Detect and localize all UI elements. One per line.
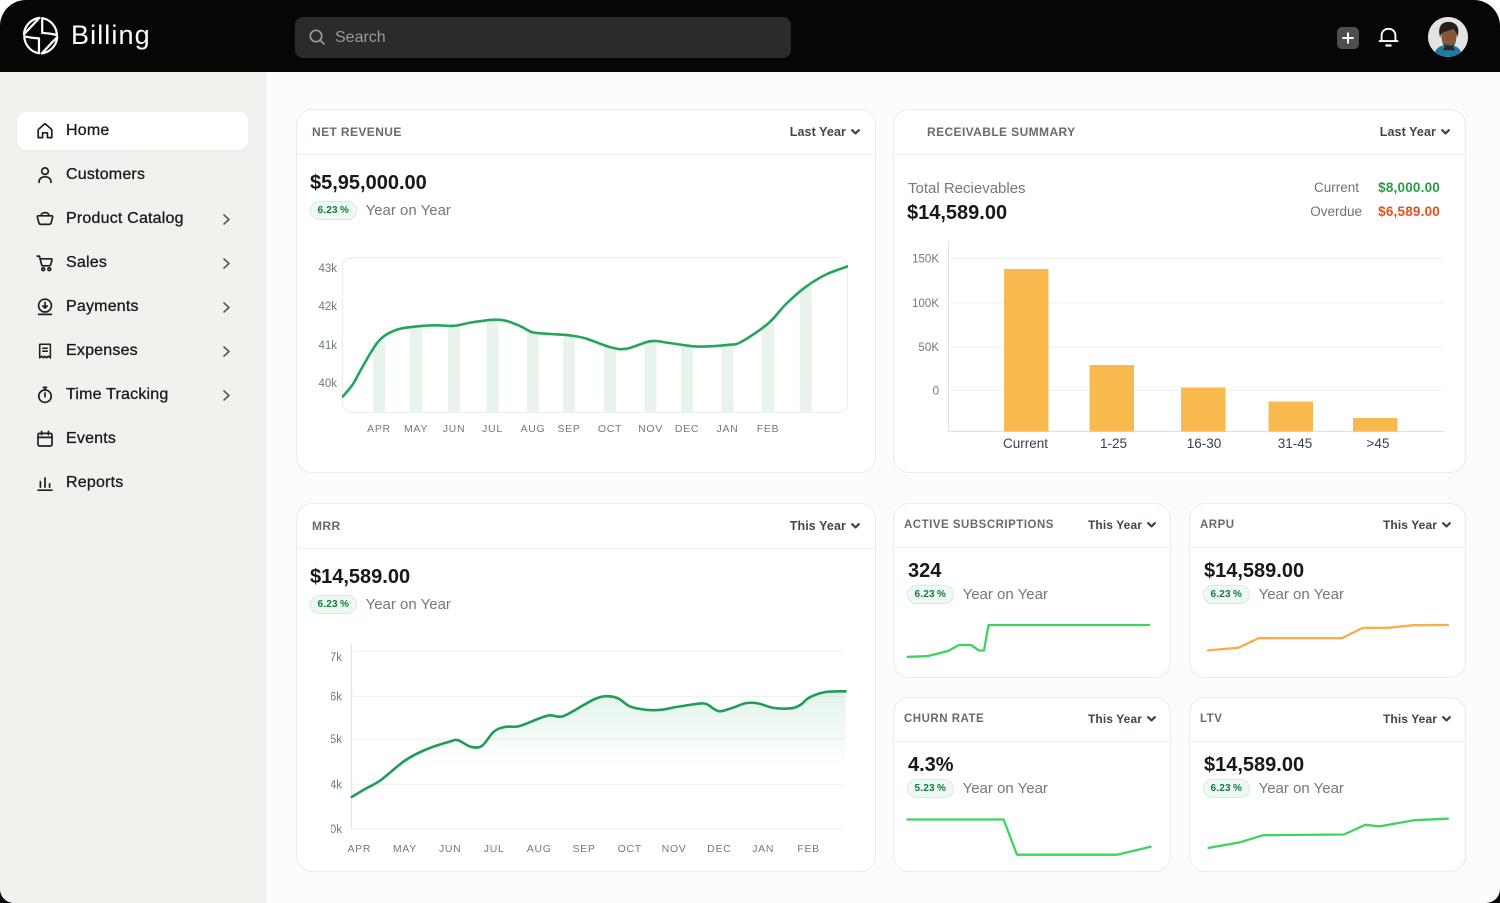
- svg-text:0k: 0k: [331, 824, 342, 836]
- svg-text:>45: >45: [1367, 436, 1390, 451]
- svg-text:AUG: AUG: [527, 843, 552, 855]
- svg-text:0: 0: [933, 386, 939, 398]
- svg-text:NOV: NOV: [638, 423, 663, 435]
- svg-text:1-25: 1-25: [1100, 436, 1127, 451]
- svg-text:50K: 50K: [919, 342, 940, 354]
- svg-text:43k: 43k: [318, 263, 337, 275]
- svg-text:SEP: SEP: [557, 423, 580, 435]
- svg-text:APR: APR: [347, 843, 371, 855]
- svg-text:100K: 100K: [912, 298, 939, 310]
- svg-text:6k: 6k: [331, 691, 342, 703]
- svg-text:FEB: FEB: [797, 843, 820, 855]
- svg-text:OCT: OCT: [618, 843, 642, 855]
- svg-text:AUG: AUG: [521, 423, 546, 435]
- svg-text:4k: 4k: [331, 779, 342, 791]
- svg-text:JUL: JUL: [482, 423, 503, 435]
- svg-text:JAN: JAN: [752, 843, 774, 855]
- svg-text:OCT: OCT: [598, 423, 622, 435]
- svg-text:MAY: MAY: [393, 843, 417, 855]
- svg-text:JUN: JUN: [439, 843, 462, 855]
- svg-text:16-30: 16-30: [1187, 436, 1222, 451]
- svg-text:JUN: JUN: [443, 423, 466, 435]
- svg-text:42k: 42k: [318, 301, 337, 313]
- svg-text:40k: 40k: [318, 378, 337, 390]
- svg-text:MAY: MAY: [404, 423, 428, 435]
- svg-text:SEP: SEP: [572, 843, 595, 855]
- svg-text:APR: APR: [367, 423, 391, 435]
- svg-text:150K: 150K: [912, 254, 939, 266]
- svg-text:JUL: JUL: [484, 843, 505, 855]
- svg-text:DEC: DEC: [707, 843, 731, 855]
- svg-text:7k: 7k: [331, 652, 342, 664]
- svg-text:31-45: 31-45: [1278, 436, 1313, 451]
- svg-text:Current: Current: [1003, 436, 1048, 451]
- svg-text:FEB: FEB: [757, 423, 780, 435]
- svg-text:5k: 5k: [331, 734, 342, 746]
- svg-text:41k: 41k: [318, 340, 337, 352]
- svg-text:DEC: DEC: [675, 423, 699, 435]
- svg-text:NOV: NOV: [662, 843, 687, 855]
- svg-text:JAN: JAN: [717, 423, 739, 435]
